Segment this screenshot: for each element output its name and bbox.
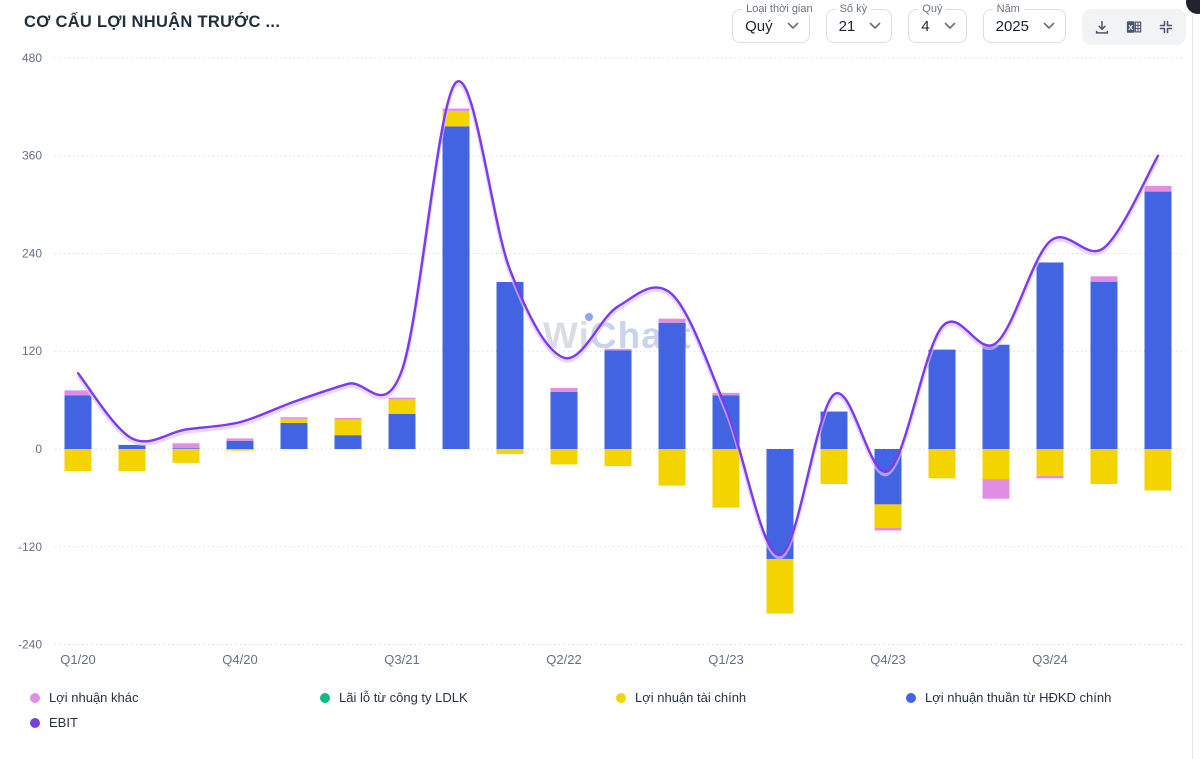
bar-segment[interactable] bbox=[821, 449, 848, 484]
bar-segment[interactable] bbox=[659, 449, 686, 486]
bar-segment[interactable] bbox=[1037, 262, 1064, 449]
bar-segment[interactable] bbox=[119, 449, 146, 471]
bar-segment[interactable] bbox=[281, 419, 308, 423]
bar-segment[interactable] bbox=[173, 443, 200, 448]
bar-segment[interactable] bbox=[227, 438, 254, 440]
bar-segment[interactable] bbox=[335, 420, 362, 435]
y-tick-label: -120 bbox=[18, 540, 42, 554]
y-tick-label: 0 bbox=[35, 442, 42, 456]
bar-segment[interactable] bbox=[1145, 192, 1172, 449]
y-tick-label: 480 bbox=[22, 51, 42, 65]
x-tick-label: Q4/23 bbox=[870, 652, 905, 667]
legend-dot bbox=[320, 693, 330, 703]
bar-segment[interactable] bbox=[551, 392, 578, 449]
bar-segment[interactable] bbox=[1145, 186, 1172, 192]
bar-segment[interactable] bbox=[767, 559, 794, 614]
bar-segment[interactable] bbox=[713, 449, 740, 508]
bar-segment[interactable] bbox=[227, 441, 254, 449]
bar-segment[interactable] bbox=[983, 449, 1010, 479]
bar-segment[interactable] bbox=[983, 345, 1010, 449]
legend-dot bbox=[30, 718, 40, 728]
bar-segment[interactable] bbox=[983, 479, 1010, 499]
legend-dot bbox=[30, 693, 40, 703]
bar-segment[interactable] bbox=[65, 449, 92, 471]
chart-plot-area: 4803602401200-120-240WiChartQ1/20Q4/20Q3… bbox=[0, 0, 1200, 680]
bar-segment[interactable] bbox=[605, 449, 632, 466]
bar-segment[interactable] bbox=[1145, 449, 1172, 491]
x-tick-label: Q3/21 bbox=[384, 652, 419, 667]
legend-label: EBIT bbox=[49, 715, 78, 730]
legend-item[interactable]: Lợi nhuận thuần từ HĐKD chính bbox=[906, 690, 1111, 705]
bar-segment[interactable] bbox=[497, 449, 524, 454]
legend-item[interactable]: Lợi nhuận tài chính bbox=[616, 690, 746, 705]
x-tick-label: Q4/20 bbox=[222, 652, 257, 667]
bar-segment[interactable] bbox=[875, 528, 902, 530]
bar-segment[interactable] bbox=[659, 323, 686, 449]
bar-segment[interactable] bbox=[389, 414, 416, 449]
x-tick-label: Q3/24 bbox=[1032, 652, 1067, 667]
bar-segment[interactable] bbox=[335, 435, 362, 449]
bar-segment[interactable] bbox=[335, 418, 362, 420]
legend-label: Lợi nhuận thuần từ HĐKD chính bbox=[925, 690, 1111, 705]
bar-segment[interactable] bbox=[1091, 449, 1118, 484]
bar-segment[interactable] bbox=[1037, 476, 1064, 478]
bar-segment[interactable] bbox=[605, 350, 632, 449]
watermark-i-dot bbox=[585, 313, 593, 321]
bar-segment[interactable] bbox=[713, 393, 740, 395]
chart-card: CƠ CẤU LỢI NHUẬN TRƯỚC ... Loại thời gia… bbox=[0, 0, 1200, 759]
legend-label: Lợi nhuận tài chính bbox=[635, 690, 746, 705]
bar-segment[interactable] bbox=[65, 395, 92, 449]
bar-segment[interactable] bbox=[929, 449, 956, 478]
bar-segment[interactable] bbox=[497, 282, 524, 449]
x-tick-label: Q1/20 bbox=[60, 652, 95, 667]
legend-item[interactable]: Lợi nhuận khác bbox=[30, 690, 138, 705]
legend-dot bbox=[906, 693, 916, 703]
panel-edge-divider bbox=[1192, 0, 1193, 759]
legend-label: Lãi lỗ từ công ty LDLK bbox=[339, 690, 468, 705]
bar-segment[interactable] bbox=[659, 319, 686, 323]
chart-legend: Lợi nhuận khác Lãi lỗ từ công ty LDLK Lợi … bbox=[0, 682, 1200, 759]
y-tick-label: -240 bbox=[18, 638, 42, 652]
bar-segment[interactable] bbox=[551, 449, 578, 464]
bar-segment[interactable] bbox=[875, 504, 902, 528]
bar-segment[interactable] bbox=[281, 423, 308, 449]
y-tick-label: 240 bbox=[22, 246, 42, 260]
legend-item[interactable]: Lãi lỗ từ công ty LDLK bbox=[320, 690, 468, 705]
legend-item[interactable]: EBIT bbox=[30, 715, 78, 730]
bar-segment[interactable] bbox=[281, 417, 308, 419]
bar-segment[interactable] bbox=[1037, 449, 1064, 476]
bar-segment[interactable] bbox=[389, 399, 416, 414]
bar-segment[interactable] bbox=[929, 350, 956, 449]
x-tick-label: Q2/22 bbox=[546, 652, 581, 667]
x-tick-label: Q1/23 bbox=[708, 652, 743, 667]
legend-label: Lợi nhuận khác bbox=[49, 690, 138, 705]
legend-dot bbox=[616, 693, 626, 703]
bar-segment[interactable] bbox=[1091, 276, 1118, 282]
bar-segment[interactable] bbox=[551, 388, 578, 392]
bar-segment[interactable] bbox=[389, 398, 416, 400]
bar-segment[interactable] bbox=[173, 449, 200, 463]
y-tick-label: 120 bbox=[22, 344, 42, 358]
bar-segment[interactable] bbox=[443, 126, 470, 449]
bar-segment[interactable] bbox=[605, 349, 632, 351]
y-tick-label: 360 bbox=[22, 149, 42, 163]
bar-segment[interactable] bbox=[1091, 282, 1118, 449]
bar-segment[interactable] bbox=[227, 449, 254, 451]
